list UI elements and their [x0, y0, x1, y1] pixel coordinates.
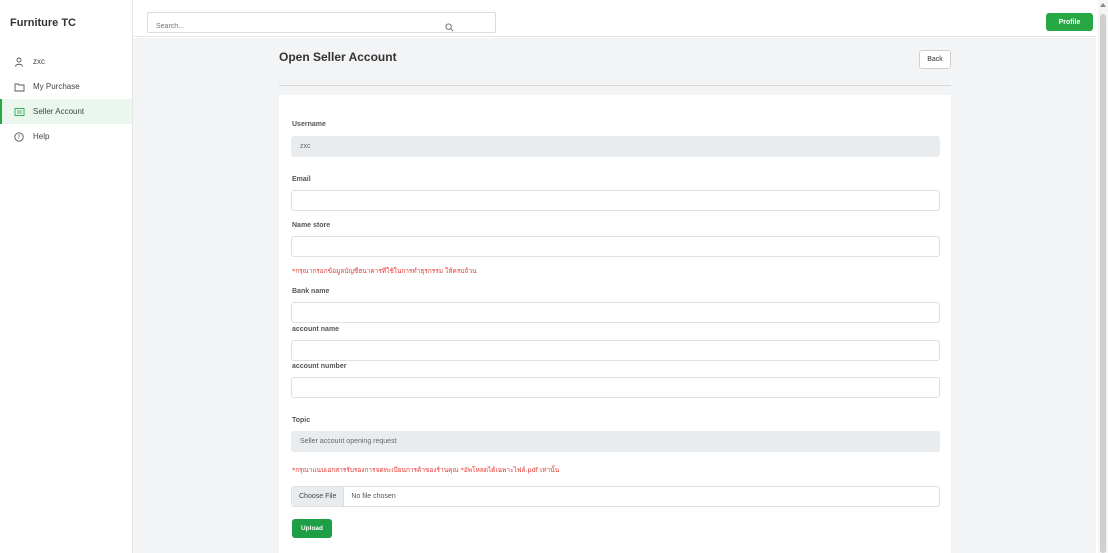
- search-input[interactable]: [148, 17, 464, 36]
- page-header: Open Seller Account Back: [279, 48, 951, 96]
- topic-label: Topic: [292, 417, 311, 424]
- sidebar-item-label: Help: [33, 132, 50, 141]
- scrollbar-thumb[interactable]: [1100, 14, 1106, 553]
- sidebar-item-label: Seller Account: [33, 107, 85, 116]
- user-icon: [11, 57, 27, 67]
- account-number-label: account number: [292, 363, 347, 370]
- sidebar-item-seller-account[interactable]: Seller Account: [0, 99, 132, 124]
- bank-info-note: *กรุณากรอกข้อมูลบัญชีธนาคารที่ใช้ในการทำ…: [292, 267, 477, 275]
- file-input[interactable]: Choose File No file chosen: [291, 486, 940, 507]
- card-icon: [11, 107, 27, 117]
- scroll-up-icon[interactable]: [1100, 3, 1106, 7]
- help-icon: ?: [11, 131, 27, 142]
- store-name-label: Name store: [292, 222, 331, 229]
- bank-name-label: Bank name: [292, 288, 330, 295]
- username-field: zxc: [291, 136, 940, 157]
- topic-field: Seller account opening request: [291, 431, 940, 452]
- back-button[interactable]: Back: [919, 50, 951, 69]
- file-status: No file chosen: [351, 493, 396, 500]
- account-number-field[interactable]: [291, 377, 940, 398]
- folder-icon: [11, 82, 27, 92]
- email-field[interactable]: [291, 190, 940, 211]
- sidebar: Furniture TC zxc My Purchase Seller Acco…: [0, 0, 133, 553]
- username-label: Username: [292, 121, 326, 128]
- sidebar-item-label: zxc: [33, 57, 45, 66]
- divider: [279, 85, 951, 86]
- choose-file-button[interactable]: Choose File: [292, 487, 345, 506]
- page-title: Open Seller Account: [279, 50, 397, 64]
- search-box: [147, 12, 496, 36]
- document-upload-note: *กรุณาแนบเอกสารรับรองการจดทะเบียนการค้าข…: [292, 466, 560, 474]
- email-label: Email: [292, 176, 311, 183]
- store-name-field[interactable]: [291, 236, 940, 257]
- seller-form-card: Username zxc Email Name store *กรุณากรอก…: [279, 95, 951, 553]
- main-content: Open Seller Account Back Username zxc Em…: [133, 38, 1096, 553]
- svg-text:?: ?: [17, 134, 20, 141]
- sidebar-item-help[interactable]: ? Help: [0, 124, 132, 149]
- scrollbar[interactable]: [1098, 0, 1108, 553]
- sidebar-item-my-purchase[interactable]: My Purchase: [0, 74, 132, 99]
- sidebar-nav: zxc My Purchase Seller Account ? Help: [0, 49, 132, 149]
- upload-button[interactable]: Upload: [292, 519, 332, 538]
- sidebar-item-label: My Purchase: [33, 82, 80, 91]
- account-name-label: account name: [292, 326, 340, 333]
- bank-name-field[interactable]: [291, 302, 940, 323]
- profile-button[interactable]: Profile: [1046, 13, 1093, 31]
- account-name-field[interactable]: [291, 340, 940, 361]
- search-icon[interactable]: [445, 17, 454, 36]
- brand-title: Furniture TC: [10, 17, 76, 29]
- sidebar-item-user[interactable]: zxc: [0, 49, 132, 74]
